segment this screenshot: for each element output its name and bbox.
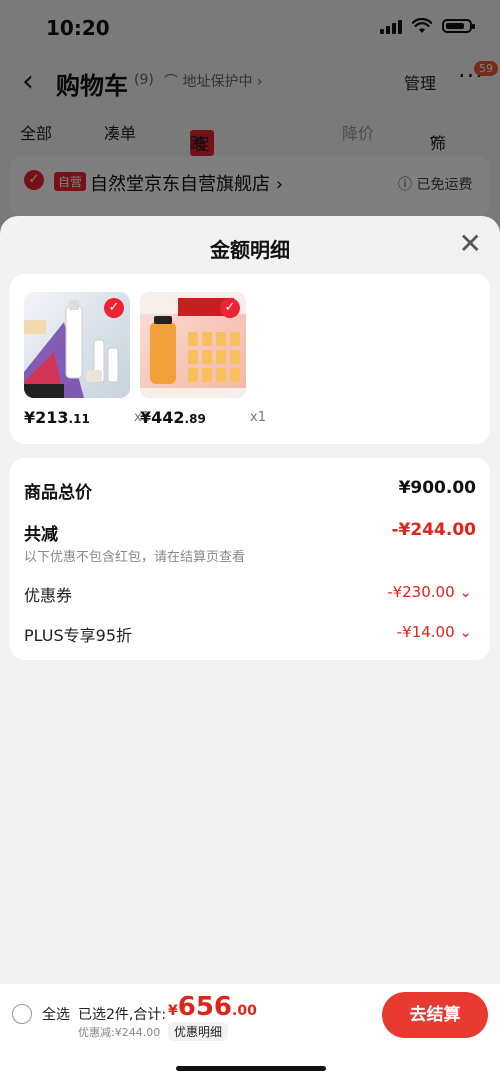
total-amount: ¥656.00 <box>168 992 257 1022</box>
product-price: ¥213.11 <box>24 408 90 427</box>
coupon-label: 优惠券 <box>24 586 73 605</box>
close-icon[interactable]: ✕ <box>459 230 482 258</box>
checkout-button[interactable]: 去结算 <box>382 992 488 1038</box>
product-card: ✓ ¥213.11 x1 ✓ ¥442.89 x1 <box>10 274 490 444</box>
price-summary-card: 商品总价 ¥900.00 共减 -¥244.00 以下优惠不包含红包，请在结算页… <box>10 458 490 660</box>
total-decimal: .00 <box>232 1003 257 1019</box>
total-reduce-value: -¥244.00 <box>391 520 477 540</box>
product-price-main: ¥213 <box>24 408 69 427</box>
product-quantity: x1 <box>250 410 266 425</box>
product-check-icon: ✓ <box>220 298 240 318</box>
product-price-decimal: .89 <box>184 412 206 426</box>
discount-note: 以下优惠不包含红包，请在结算页查看 <box>24 550 246 565</box>
total-price-value: ¥900.00 <box>398 478 476 498</box>
coupon-row[interactable]: -¥230.00 ⌄ <box>387 583 472 601</box>
total-reduce-label: 共减 <box>24 525 58 545</box>
product-price: ¥442.89 <box>140 408 206 427</box>
plus-discount-row[interactable]: -¥14.00 ⌄ <box>397 623 472 641</box>
product-item[interactable]: ✓ ¥442.89 x1 <box>140 292 266 427</box>
plus-discount-label: PLUS专享95折 <box>24 626 132 645</box>
coupon-value: -¥230.00 <box>387 583 455 601</box>
product-image: ✓ <box>140 292 246 398</box>
select-all-label[interactable]: 全选 <box>42 1004 70 1024</box>
product-check-icon: ✓ <box>104 298 124 318</box>
selected-info: 已选2件,合计: <box>78 1007 167 1023</box>
total-price-label: 商品总价 <box>24 483 92 503</box>
product-image: ✓ <box>24 292 130 398</box>
product-item[interactable]: ✓ ¥213.11 x1 <box>24 292 150 427</box>
select-all-radio[interactable] <box>12 1004 32 1024</box>
product-price-main: ¥442 <box>140 408 185 427</box>
total-currency: ¥ <box>168 1003 178 1019</box>
product-price-decimal: .11 <box>68 412 90 426</box>
chevron-down-icon: ⌄ <box>459 623 472 641</box>
discount-detail-button[interactable]: 优惠明细 <box>168 1022 229 1041</box>
plus-discount-value: -¥14.00 <box>396 623 455 641</box>
home-indicator <box>176 1066 326 1071</box>
sheet-title: 金额明细 <box>210 238 290 262</box>
chevron-down-icon: ⌄ <box>459 583 472 601</box>
total-main: 656 <box>177 992 233 1022</box>
discount-summary: 优惠减:¥244.00 <box>78 1026 161 1039</box>
amount-detail-sheet: 金额明细 ✕ ✓ ¥213.11 x1 ✓ ¥442.89 x1 商品总价 ¥9… <box>0 216 500 1081</box>
